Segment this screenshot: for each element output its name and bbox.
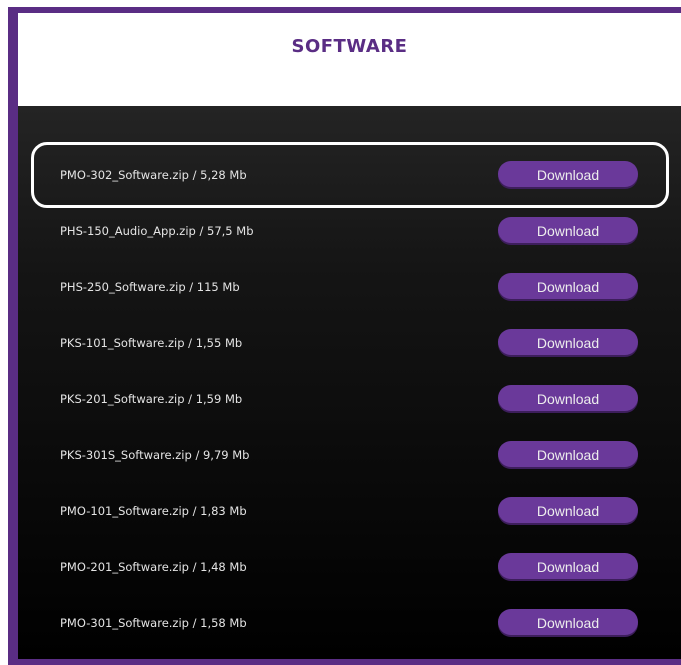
header: SOFTWARE: [18, 13, 681, 106]
file-name: PMO-301_Software.zip / 1,58 Mb: [60, 616, 247, 630]
file-row: PKS-101_Software.zip / 1,55 Mb Download: [18, 315, 681, 371]
download-button[interactable]: Download: [498, 385, 638, 411]
download-button[interactable]: Download: [498, 553, 638, 579]
file-name: PKS-201_Software.zip / 1,59 Mb: [60, 392, 243, 406]
download-button[interactable]: Download: [498, 609, 638, 635]
page-title: SOFTWARE: [291, 36, 408, 57]
file-list: PMO-302_Software.zip / 5,28 Mb Download …: [18, 106, 681, 659]
file-name: PMO-201_Software.zip / 1,48 Mb: [60, 560, 247, 574]
download-button[interactable]: Download: [498, 329, 638, 355]
file-name: PMO-302_Software.zip / 5,28 Mb: [60, 168, 247, 182]
file-name: PKS-301S_Software.zip / 9,79 Mb: [60, 448, 250, 462]
file-name: PHS-150_Audio_App.zip / 57,5 Mb: [60, 224, 254, 238]
file-name: PHS-250_Software.zip / 115 Mb: [60, 280, 240, 294]
file-row: PMO-302_Software.zip / 5,28 Mb Download: [18, 147, 681, 203]
file-row: PMO-101_Software.zip / 1,83 Mb Download: [18, 483, 681, 539]
download-button[interactable]: Download: [498, 441, 638, 467]
file-name: PMO-101_Software.zip / 1,83 Mb: [60, 504, 247, 518]
download-button[interactable]: Download: [498, 161, 638, 187]
file-row: PKS-301S_Software.zip / 9,79 Mb Download: [18, 427, 681, 483]
software-panel: SOFTWARE PMO-302_Software.zip / 5,28 Mb …: [18, 13, 681, 659]
download-button[interactable]: Download: [498, 497, 638, 523]
download-button[interactable]: Download: [498, 217, 638, 243]
file-row: PMO-201_Software.zip / 1,48 Mb Download: [18, 539, 681, 595]
file-row: PMO-301_Software.zip / 1,58 Mb Download: [18, 595, 681, 651]
file-row: PKS-201_Software.zip / 1,59 Mb Download: [18, 371, 681, 427]
download-button[interactable]: Download: [498, 273, 638, 299]
page-frame: SOFTWARE PMO-302_Software.zip / 5,28 Mb …: [8, 7, 681, 665]
file-row: PHS-150_Audio_App.zip / 57,5 Mb Download: [18, 203, 681, 259]
file-row: PHS-250_Software.zip / 115 Mb Download: [18, 259, 681, 315]
file-name: PKS-101_Software.zip / 1,55 Mb: [60, 336, 243, 350]
